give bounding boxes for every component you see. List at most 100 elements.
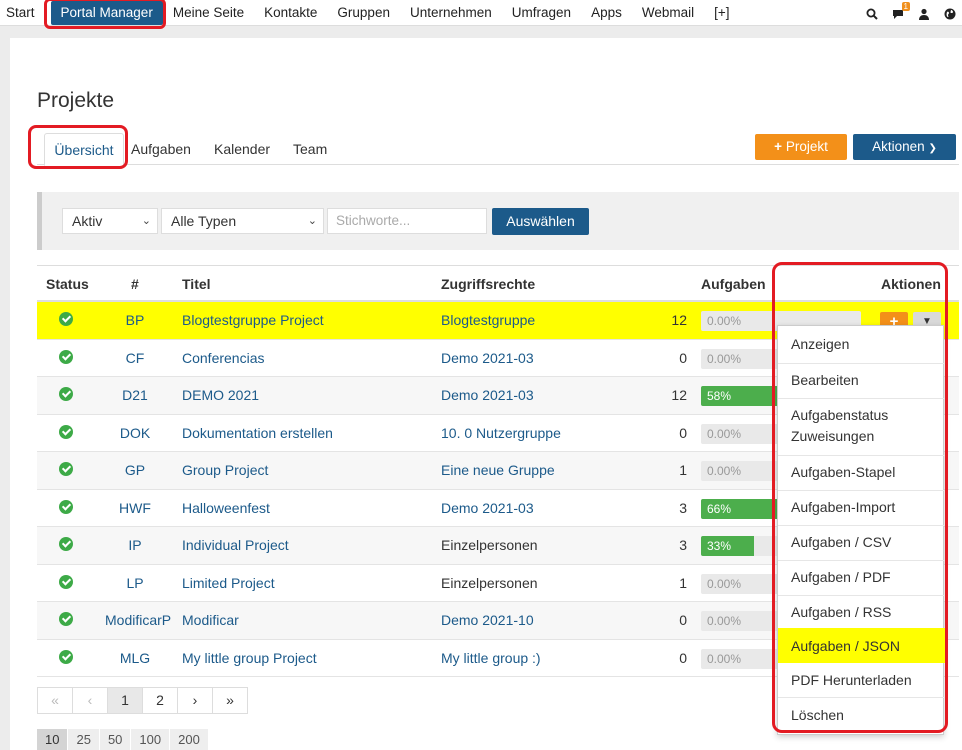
project-access[interactable]: Demo 2021-03: [441, 500, 534, 516]
nav-gruppen[interactable]: Gruppen: [327, 0, 400, 26]
nav-umfragen[interactable]: Umfragen: [502, 0, 581, 26]
chevron-down-icon: ⌄: [307, 215, 317, 227]
project-task-count: 1: [679, 574, 687, 591]
status-select-value: Aktiv: [72, 213, 103, 229]
project-title[interactable]: Dokumentation erstellen: [182, 425, 333, 441]
status-check-icon: [59, 649, 73, 664]
chat-icon[interactable]: 1: [892, 2, 910, 19]
nav-more[interactable]: [+]: [704, 0, 739, 26]
status-check-icon: [59, 499, 73, 514]
progress-label: 66%: [707, 501, 732, 516]
nav-meine-seite[interactable]: Meine Seite: [163, 0, 254, 26]
project-title[interactable]: Blogtestgruppe Project: [182, 312, 324, 328]
plus-icon: +: [774, 139, 783, 154]
tab-aufgaben[interactable]: Aufgaben: [131, 133, 191, 165]
nav-apps[interactable]: Apps: [581, 0, 632, 26]
project-access[interactable]: Blogtestgruppe: [441, 312, 535, 328]
search-icon[interactable]: [866, 7, 878, 20]
header-id: #: [131, 276, 139, 292]
project-access: Einzelpersonen: [441, 537, 538, 553]
project-access[interactable]: 10. 0 Nutzergruppe: [441, 425, 561, 441]
status-check-icon: [59, 537, 73, 551]
project-title[interactable]: Group Project: [182, 462, 268, 478]
project-code[interactable]: LP: [105, 575, 165, 591]
project-title[interactable]: Limited Project: [182, 575, 275, 591]
actions-label: Aktionen: [872, 139, 925, 154]
project-title[interactable]: Conferencias: [182, 350, 265, 366]
project-task-count: 3: [679, 537, 687, 553]
progress-label: 58%: [707, 389, 732, 403]
per-page-100[interactable]: 100: [131, 729, 171, 750]
highlight-actions-column: [772, 262, 948, 733]
project-task-count: 12: [671, 387, 687, 403]
actions-button[interactable]: Aktionen ❯: [853, 134, 956, 160]
keywords-input[interactable]: Stichworte...: [327, 208, 487, 234]
page-title: Projekte: [37, 89, 115, 112]
project-code[interactable]: MLG: [105, 650, 165, 666]
project-title[interactable]: Individual Project: [182, 537, 289, 553]
project-code[interactable]: D21: [105, 387, 165, 403]
page-first[interactable]: «: [37, 687, 73, 714]
project-code[interactable]: IP: [105, 537, 165, 553]
nav-unternehmen[interactable]: Unternehmen: [400, 0, 502, 26]
status-check-icon: [59, 349, 73, 364]
user-icon[interactable]: [918, 7, 930, 20]
page-1[interactable]: 1: [107, 687, 143, 714]
nav-kontakte[interactable]: Kontakte: [254, 0, 327, 26]
nav-icons: 1: [866, 0, 956, 26]
status-select[interactable]: Aktiv ⌄: [62, 208, 158, 234]
project-task-count: 3: [679, 499, 687, 516]
per-page-selector: 10 25 50 100 200: [37, 729, 209, 750]
progress-label: 33%: [707, 539, 732, 553]
project-code[interactable]: CF: [105, 350, 165, 366]
header-status: Status: [46, 276, 89, 292]
nav-webmail[interactable]: Webmail: [632, 0, 704, 26]
status-check-icon: [59, 387, 73, 401]
progress-label: 0.00%: [707, 314, 742, 328]
new-project-button[interactable]: + Projekt: [755, 134, 847, 160]
header-access: Zugriffsrechte: [441, 276, 536, 292]
project-code[interactable]: BP: [105, 312, 165, 328]
select-button[interactable]: Auswählen: [492, 208, 589, 235]
status-check-icon: [59, 612, 73, 626]
per-page-200[interactable]: 200: [170, 729, 209, 750]
project-access[interactable]: Eine neue Gruppe: [441, 462, 555, 478]
project-title[interactable]: DEMO 2021: [182, 387, 259, 403]
globe-icon[interactable]: [944, 7, 956, 20]
project-access[interactable]: Demo 2021-10: [441, 612, 534, 628]
page-next[interactable]: ›: [177, 687, 213, 714]
progress-label: 0.00%: [707, 351, 742, 366]
tab-team[interactable]: Team: [293, 133, 327, 165]
project-task-count: 1: [679, 462, 687, 478]
header-title: Titel: [182, 276, 211, 292]
project-access[interactable]: Demo 2021-03: [441, 350, 534, 366]
page-2[interactable]: 2: [142, 687, 178, 714]
new-project-label: Projekt: [785, 139, 828, 154]
filter-bar: Aktiv ⌄ Alle Typen ⌄ Stichworte... Auswähl…: [37, 192, 959, 250]
project-title[interactable]: Halloweenfest: [182, 500, 270, 516]
progress-label: 0.00%: [707, 651, 742, 666]
project-code[interactable]: GP: [105, 462, 165, 478]
pagination: « ‹ 1 2 › »: [37, 687, 248, 714]
project-title[interactable]: Modificar: [182, 612, 239, 628]
tab-kalender[interactable]: Kalender: [214, 133, 270, 165]
project-code[interactable]: DOK: [105, 425, 165, 441]
per-page-50[interactable]: 50: [99, 729, 132, 750]
notification-badge: 1: [901, 2, 910, 11]
status-check-icon: [59, 462, 73, 476]
page-prev[interactable]: ‹: [72, 687, 108, 714]
highlight-portal-manager: [44, 0, 166, 29]
progress-label: 0.00%: [707, 576, 742, 591]
per-page-10[interactable]: 10: [37, 729, 69, 750]
nav-start[interactable]: Start: [0, 0, 45, 26]
page-last[interactable]: »: [212, 687, 248, 714]
project-code[interactable]: HWF: [105, 500, 165, 516]
project-code[interactable]: ModificarP: [105, 612, 171, 628]
project-task-count: 12: [671, 312, 687, 328]
project-access[interactable]: Demo 2021-03: [441, 387, 534, 403]
project-title[interactable]: My little group Project: [182, 650, 317, 666]
type-select[interactable]: Alle Typen ⌄: [161, 208, 324, 234]
chevron-down-icon: ❯: [928, 143, 937, 154]
project-access[interactable]: My little group :): [441, 650, 541, 666]
per-page-25[interactable]: 25: [68, 729, 100, 750]
